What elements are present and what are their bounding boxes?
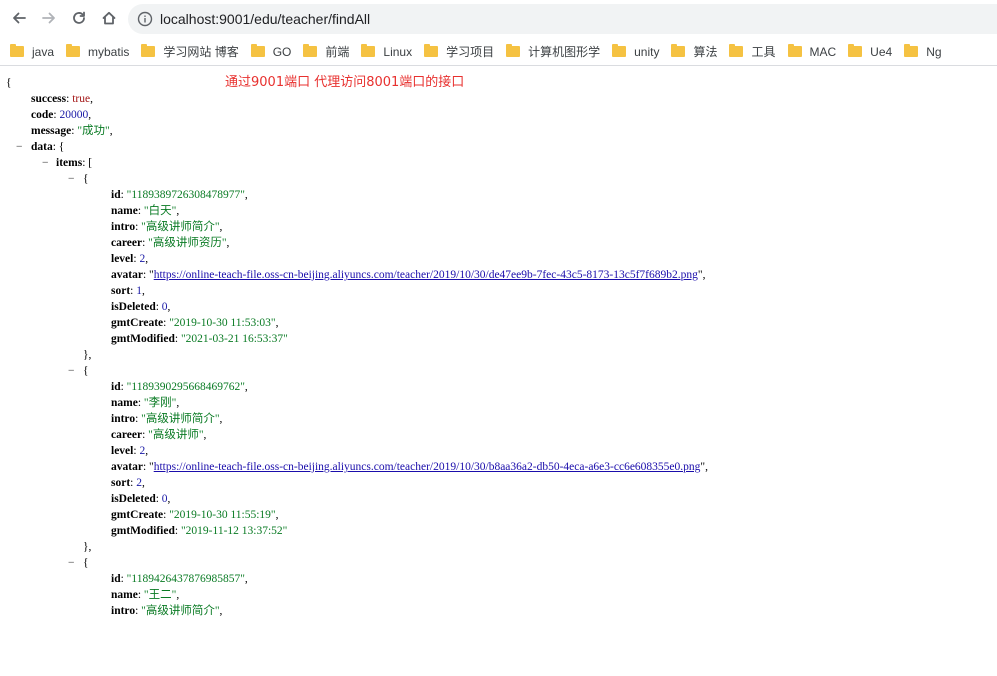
json-field-level: level: 2, — [111, 445, 149, 457]
bookmark-graphics[interactable]: 计算机图形学 — [506, 41, 600, 63]
json-field-gmtmodified: gmtModified: "2019-11-12 13:37:52" — [111, 525, 288, 537]
bookmark-ue4[interactable]: Ue4 — [848, 41, 892, 63]
reload-button[interactable] — [66, 5, 92, 31]
bookmark-mybatis[interactable]: mybatis — [66, 41, 129, 63]
folder-icon — [361, 44, 376, 57]
bookmark-linux[interactable]: Linux — [361, 41, 412, 63]
folder-icon — [904, 44, 919, 57]
json-field-name: name: "李刚", — [111, 397, 180, 409]
bookmark-ng[interactable]: Ng — [904, 41, 942, 63]
json-field-intro: intro: "高级讲师简介", — [111, 605, 223, 617]
bookmark-study-sites[interactable]: 学习网站 博客 — [141, 41, 239, 63]
avatar-link[interactable]: https://online-teach-file.oss-cn-beijing… — [154, 269, 698, 281]
json-array-item-open: −{ — [68, 555, 89, 571]
json-field-id: id: "1189426437876985857", — [111, 573, 248, 585]
folder-icon — [250, 44, 265, 57]
bookmark-mac[interactable]: MAC — [787, 41, 836, 63]
json-field-code: code: 20000, — [31, 109, 92, 121]
collapse-toggle[interactable]: − — [68, 171, 75, 187]
reload-icon — [73, 11, 85, 24]
json-field-id: id: "1189389726308478977", — [111, 189, 248, 201]
back-arrow-icon — [13, 12, 26, 24]
json-field-intro: intro: "高级讲师简介", — [111, 221, 223, 233]
forward-arrow-icon — [42, 12, 55, 24]
json-field-avatar: avatar: "https://online-teach-file.oss-c… — [111, 461, 708, 473]
json-field-level: level: 2, — [111, 253, 149, 265]
home-button[interactable] — [96, 5, 122, 31]
avatar-link[interactable]: https://online-teach-file.oss-cn-beijing… — [154, 461, 701, 473]
json-array-item-open: −{ — [68, 363, 89, 379]
site-info-icon[interactable] — [130, 11, 160, 27]
json-field-career: career: "高级讲师资历", — [111, 237, 230, 249]
folder-icon — [66, 44, 81, 57]
json-field-name: name: "王二", — [111, 589, 180, 601]
json-field-gmtmodified: gmtModified: "2021-03-21 16:53:37" — [111, 333, 288, 345]
json-field-data: − data: { — [16, 139, 65, 155]
json-field-sort: sort: 1, — [111, 285, 145, 297]
url-text[interactable]: localhost:9001/edu/teacher/findAll — [160, 11, 370, 27]
folder-icon — [506, 44, 521, 57]
collapse-toggle[interactable]: − — [68, 363, 75, 379]
browser-toolbar: localhost:9001/edu/teacher/findAll — [0, 0, 997, 38]
collapse-toggle[interactable]: − — [16, 139, 23, 155]
folder-icon — [141, 44, 156, 57]
json-field-message: message: "成功", — [31, 125, 113, 137]
json-root-open: { — [6, 77, 12, 89]
collapse-toggle[interactable]: − — [68, 555, 75, 571]
json-field-items: − items: [ — [42, 155, 93, 171]
json-field-name: name: "白天", — [111, 205, 180, 217]
bookmark-unity[interactable]: unity — [612, 41, 659, 63]
bookmark-go[interactable]: GO — [250, 41, 291, 63]
json-field-isdeleted: isDeleted: 0, — [111, 493, 171, 505]
json-field-career: career: "高级讲师", — [111, 429, 207, 441]
bookmark-algorithms[interactable]: 算法 — [671, 41, 717, 63]
json-field-gmtcreate: gmtCreate: "2019-10-30 11:55:19", — [111, 509, 279, 521]
back-button[interactable] — [6, 5, 32, 31]
folder-icon — [787, 44, 802, 57]
collapse-toggle[interactable]: − — [42, 155, 49, 171]
bookmark-tools[interactable]: 工具 — [729, 41, 776, 63]
json-field-success: success: true, — [31, 93, 93, 105]
json-field-intro: intro: "高级讲师简介", — [111, 413, 223, 425]
page-content: 通过9001端口 代理访问8001端口的接口 { success: true, … — [0, 67, 997, 676]
folder-icon — [729, 44, 744, 57]
forward-button[interactable] — [36, 5, 62, 31]
bookmark-study-projects[interactable]: 学习项目 — [424, 41, 494, 63]
json-field-avatar: avatar: "https://online-teach-file.oss-c… — [111, 269, 706, 281]
json-array-item-close: }, — [83, 349, 92, 361]
home-icon — [102, 11, 116, 25]
json-array-item-open: −{ — [68, 171, 89, 187]
json-field-gmtcreate: gmtCreate: "2019-10-30 11:53:03", — [111, 317, 279, 329]
json-viewer: { success: true, code: 20000, message: "… — [0, 75, 997, 619]
json-array-item-close: }, — [83, 541, 92, 553]
bookmarks-bar: java mybatis 学习网站 博客 GO 前端 Linux 学习项目 计算… — [0, 38, 997, 66]
folder-icon — [671, 44, 686, 57]
json-field-isdeleted: isDeleted: 0, — [111, 301, 171, 313]
json-field-id: id: "1189390295668469762", — [111, 381, 248, 393]
bookmark-java[interactable]: java — [10, 41, 54, 63]
json-field-sort: sort: 2, — [111, 477, 145, 489]
folder-icon — [848, 44, 863, 57]
address-bar[interactable]: localhost:9001/edu/teacher/findAll — [128, 4, 997, 34]
folder-icon — [424, 44, 439, 57]
folder-icon — [612, 44, 627, 57]
folder-icon — [303, 44, 318, 57]
bookmark-frontend[interactable]: 前端 — [303, 41, 349, 63]
folder-icon — [10, 44, 24, 57]
